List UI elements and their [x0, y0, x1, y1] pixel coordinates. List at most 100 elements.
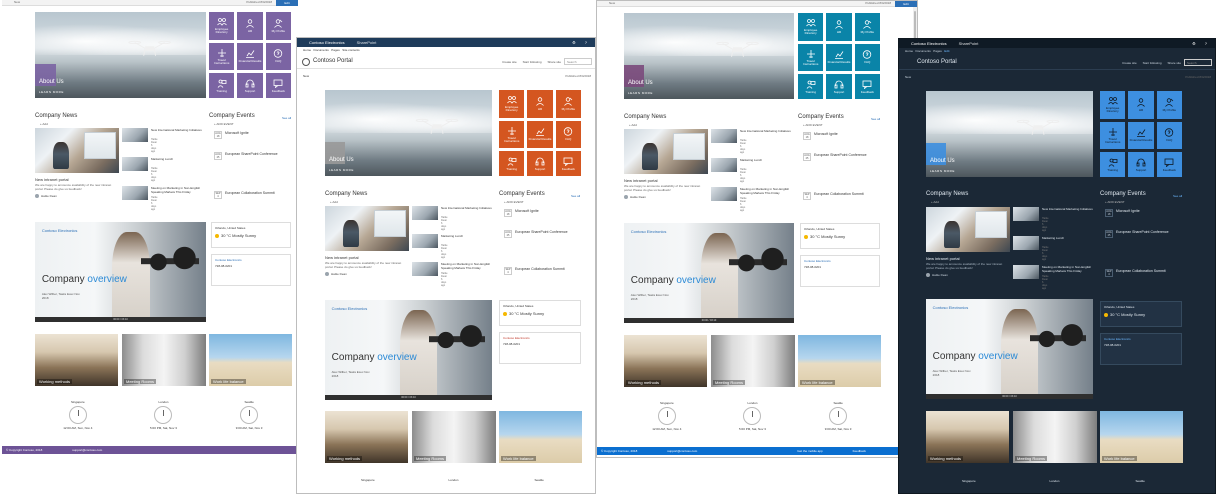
main-news-image[interactable]: [325, 206, 409, 251]
main-news-image[interactable]: [35, 128, 119, 173]
support-mail-link[interactable]: support@contoso.com: [667, 449, 697, 453]
tile-employee-directory[interactable]: Employee Directory: [499, 90, 525, 118]
new-button[interactable]: New: [609, 1, 615, 5]
nav-pages[interactable]: Pages: [331, 48, 340, 52]
company-overview-video[interactable]: Contoso Electronics Company overview Ale…: [325, 300, 492, 400]
tile-financial-results[interactable]: Financial Results: [1128, 121, 1154, 150]
tile-employee-directory[interactable]: Employee Directory: [209, 12, 235, 40]
hero-about-us[interactable]: About Us LEARN MORE: [624, 13, 794, 99]
tile-feedback[interactable]: Feedback: [854, 74, 880, 99]
company-overview-video[interactable]: Contoso Electronics Company overview Ale…: [926, 299, 1093, 399]
main-news-image[interactable]: [624, 129, 708, 174]
event-item[interactable]: AUG 25 European SharePoint Conference: [214, 151, 284, 161]
tile-support[interactable]: Support: [826, 74, 852, 99]
edit-button[interactable]: Edit: [276, 0, 298, 6]
tile-hr[interactable]: HR: [527, 90, 553, 118]
event-item[interactable]: AUG 25 European SharePoint Conference: [1105, 229, 1175, 239]
tile-my-profile[interactable]: My Profile: [265, 12, 291, 40]
learn-more-link[interactable]: LEARN MORE: [930, 169, 955, 173]
event-item[interactable]: SEP 4 European Collaboration Summit: [803, 191, 873, 201]
tile-faq[interactable]: FAQ: [1156, 121, 1182, 150]
tile-training[interactable]: Training: [798, 74, 824, 99]
photo-working-methods[interactable]: Working methods: [624, 335, 707, 387]
hero-about-us[interactable]: About Us LEARN MORE: [325, 90, 492, 176]
tile-travel-instructions[interactable]: Travel Instructions: [1100, 121, 1126, 150]
add-news-button[interactable]: + Add: [629, 123, 637, 127]
photo-work-life-balance[interactable]: Work life balance: [1100, 411, 1183, 463]
video-controls[interactable]: 00:00 / 03:10: [624, 318, 794, 323]
add-event-button[interactable]: + ADD EVENT: [803, 123, 823, 127]
nav-edit[interactable]: Edit: [944, 49, 949, 53]
main-news-title[interactable]: New intranet portal: [624, 178, 658, 183]
photo-work-life-balance[interactable]: Work life balance: [209, 334, 292, 386]
follow-action[interactable]: Start following: [1143, 61, 1162, 65]
tile-faq[interactable]: FAQ: [854, 43, 880, 72]
main-news-title[interactable]: New intranet portal: [926, 256, 960, 261]
nav-home[interactable]: Home: [303, 48, 311, 52]
search-input[interactable]: Search: [564, 58, 592, 65]
create-site-action[interactable]: Create site: [502, 60, 517, 64]
tile-financial-results[interactable]: Financial Results: [826, 43, 852, 72]
tile-feedback[interactable]: Feedback: [265, 73, 291, 98]
tile-employee-directory[interactable]: Employee Directory: [1100, 91, 1126, 119]
nav-documents[interactable]: Documents: [916, 49, 931, 53]
see-all-events-link[interactable]: See all: [1173, 194, 1182, 198]
photo-meeting-rooms[interactable]: Meeting Rooms: [122, 334, 206, 386]
photo-meeting-rooms[interactable]: Meeting Rooms: [1013, 411, 1097, 463]
event-item[interactable]: AUG 25 European SharePoint Conference: [803, 152, 873, 162]
learn-more-link[interactable]: LEARN MORE: [39, 90, 64, 94]
new-button[interactable]: New: [303, 74, 309, 78]
nav-home[interactable]: Home: [905, 49, 913, 53]
tile-travel-instructions[interactable]: Travel Instructions: [499, 120, 525, 149]
tile-feedback[interactable]: Feedback: [1156, 152, 1182, 177]
tile-financial-results[interactable]: Financial Results: [237, 42, 263, 71]
feedback-link[interactable]: Feedback: [853, 449, 866, 453]
search-input[interactable]: Search: [1184, 59, 1212, 66]
tile-faq[interactable]: FAQ: [265, 42, 291, 71]
main-news-title[interactable]: New intranet portal: [35, 177, 69, 182]
add-event-button[interactable]: + ADD EVENT: [214, 122, 234, 126]
add-news-button[interactable]: + Add: [330, 200, 338, 204]
tile-training[interactable]: Training: [1100, 152, 1126, 177]
support-mail-link[interactable]: support@contoso.com: [72, 448, 102, 452]
event-item[interactable]: AUG 18 Microsoft Ignite: [214, 130, 284, 140]
company-overview-video[interactable]: Contoso Electronics Company overview Ale…: [35, 222, 206, 322]
site-logo-icon[interactable]: [302, 58, 310, 66]
photo-meeting-rooms[interactable]: Meeting Rooms: [412, 411, 496, 463]
learn-more-link[interactable]: LEARN MORE: [329, 168, 354, 172]
tile-faq[interactable]: FAQ: [555, 120, 581, 149]
video-controls[interactable]: 00:00 / 03:10: [325, 395, 492, 400]
tile-feedback[interactable]: Feedback: [555, 151, 581, 176]
tile-hr[interactable]: HR: [237, 12, 263, 40]
main-news-title[interactable]: New intranet portal: [325, 255, 359, 260]
tile-support[interactable]: Support: [527, 151, 553, 176]
tile-travel-instructions[interactable]: Travel Instructions: [209, 42, 235, 71]
event-item[interactable]: AUG 18 Microsoft Ignite: [803, 131, 873, 141]
create-site-action[interactable]: Create site: [1122, 61, 1137, 65]
hero-about-us[interactable]: About Us LEARN MORE: [926, 91, 1093, 177]
tile-training[interactable]: Training: [499, 151, 525, 176]
tile-financial-results[interactable]: Financial Results: [527, 120, 553, 149]
nav-site-contents[interactable]: Site contents: [342, 48, 359, 52]
tile-support[interactable]: Support: [237, 73, 263, 98]
main-news-image[interactable]: [926, 207, 1010, 252]
settings-icon[interactable]: ⚙ ?: [1192, 39, 1211, 48]
event-item[interactable]: AUG 18 Microsoft Ignite: [504, 208, 574, 218]
nav-pages[interactable]: Pages: [933, 49, 942, 53]
tile-my-profile[interactable]: My Profile: [1156, 91, 1182, 119]
tile-employee-directory[interactable]: Employee Directory: [798, 13, 824, 41]
share-action[interactable]: Share site: [547, 60, 561, 64]
see-all-events-link[interactable]: See all: [571, 194, 580, 198]
photo-working-methods[interactable]: Working methods: [926, 411, 1009, 463]
tile-my-profile[interactable]: My Profile: [555, 90, 581, 118]
tile-hr[interactable]: HR: [826, 13, 852, 41]
event-item[interactable]: SEP 4 European Collaboration Summit: [504, 266, 574, 276]
event-item[interactable]: AUG 25 European SharePoint Conference: [504, 229, 574, 239]
tile-travel-instructions[interactable]: Travel Instructions: [798, 43, 824, 72]
see-all-events-link[interactable]: See all: [871, 117, 880, 121]
follow-action[interactable]: Start following: [523, 60, 542, 64]
new-button[interactable]: New: [14, 0, 20, 4]
tile-hr[interactable]: HR: [1128, 91, 1154, 119]
tile-training[interactable]: Training: [209, 73, 235, 98]
photo-meeting-rooms[interactable]: Meeting Rooms: [711, 335, 795, 387]
